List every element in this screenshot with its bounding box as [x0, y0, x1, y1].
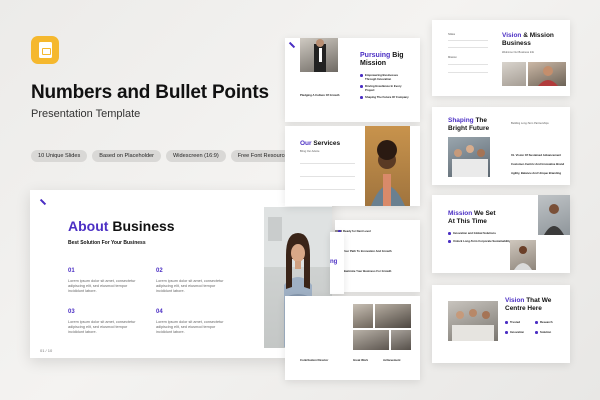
mission-title: Pursuing Big Mission — [360, 52, 404, 67]
vision-subtitle: Welcome Our Business Info — [502, 51, 535, 54]
brand-logo-icon — [289, 42, 295, 48]
tag-placeholder: Based on Placeholder — [92, 150, 162, 162]
point-03: 03 Lorem ipsum dolor sit amet, consectet… — [68, 309, 136, 334]
shaping-subtitle: Building Long-Term Partnerships — [511, 122, 549, 125]
slide-vision-mission: Slides Mission Vision & Mission Business … — [432, 20, 570, 96]
vision-photo-1 — [502, 62, 526, 86]
team-label-2: Great Work — [353, 358, 369, 362]
vision-centre-item-1: Trusted — [510, 320, 521, 324]
mission-time-photo-1 — [538, 195, 570, 235]
tag-widescreen: Widescreen (16:9) — [166, 150, 226, 162]
mission-item-1: Empowering Businesses Through Innovation — [365, 73, 399, 81]
google-slides-icon — [31, 36, 59, 64]
slide-mission-time: Mission We Set At This Time Innovation an… — [432, 195, 570, 273]
shaping-item-1: 01. Vision Of Sustained Advancement — [511, 153, 562, 157]
slide-our-services: Our Services Bring Our Advice — [285, 126, 420, 206]
shaping-item-3: Agility, Balance And Unique Branding — [511, 171, 562, 175]
tag-unique-slides: 10 Unique Slides — [31, 150, 88, 162]
shaping-team-photo — [448, 137, 490, 177]
mission-item-2: Driving Excellence In Every Project — [365, 84, 402, 92]
vision-title: Vision & Mission Business — [502, 32, 554, 47]
slide-shaping-future: Shaping The Bright Future Building Long-T… — [432, 107, 570, 185]
team-photo-4 — [391, 330, 411, 350]
main-slide-subtitle: Best Solution For Your Business — [68, 240, 146, 246]
shaping-title: Shaping The Bright Future — [448, 117, 490, 132]
vision-photo-2 — [528, 62, 566, 86]
shaping-item-2: Customer-Centric And Innovative Brand — [511, 162, 565, 166]
page-subtitle: Presentation Template — [31, 108, 141, 120]
mission-time-item-2: Unlock Long-Term Corporate Sustainabilit… — [453, 239, 511, 243]
team-label-3: Achievement — [383, 358, 401, 362]
slide-growth-list: Ready for Next Level Your Path To Innova… — [335, 220, 420, 292]
services-title: Our Services — [300, 140, 341, 147]
feature-tags: 10 Unique Slides Based on Placeholder Wi… — [31, 150, 298, 162]
slide-team: Contribution Director Great Work Achieve… — [285, 296, 420, 380]
point-01: 01 Lorem ipsum dolor sit amet, consectet… — [68, 268, 136, 293]
team-photo-2 — [375, 304, 411, 328]
brand-logo-icon — [40, 199, 46, 205]
point-04: 04 Lorem ipsum dolor sit amet, consectet… — [156, 309, 224, 334]
vision-centre-photo — [448, 301, 498, 341]
partial-title: ng — [330, 259, 338, 265]
vision-centre-item-2: Research — [540, 320, 553, 324]
vision-label-mission: Mission — [448, 56, 457, 59]
services-photo — [365, 126, 410, 206]
services-subtitle: Bring Our Advice — [300, 150, 320, 153]
mission-photo — [300, 38, 338, 72]
growth-item-3: Maximize Your Business For Growth — [343, 269, 392, 273]
slide-number: 01 / 10 — [40, 348, 53, 353]
growth-item-1: Ready for Next Level — [343, 229, 371, 233]
team-photo-3 — [353, 330, 389, 350]
mission-time-title: Mission We Set At This Time — [448, 210, 496, 225]
growth-item-2: Your Path To Innovation And Growth — [343, 249, 392, 253]
mission-time-photo-2 — [510, 240, 536, 270]
vision-centre-item-3: Innovation — [510, 330, 525, 334]
mission-time-item-1: Innovation and Global Solutions — [453, 231, 496, 235]
vision-centre-title: Vision That We Centre Here — [505, 297, 552, 312]
slide-vision-centre: Vision That We Centre Here Trusted Resear… — [432, 285, 570, 363]
page-title: Numbers and Bullet Points — [31, 82, 269, 103]
mission-left-label: Pledging A Culture Of Growth — [300, 93, 340, 97]
team-photo-1 — [353, 304, 373, 328]
main-slide-title: About Business — [68, 218, 175, 234]
team-label-1: Contribution Director — [300, 358, 329, 362]
mission-item-3: Shaping The Future Of Company — [365, 95, 409, 99]
slide-pursuing-mission: Pursuing Big Mission Pledging A Culture … — [285, 38, 420, 122]
vision-label-slides: Slides — [448, 33, 456, 36]
slide-partial-edge: ng — [330, 232, 344, 294]
vision-centre-item-4: Solution — [540, 330, 552, 334]
point-02: 02 Lorem ipsum dolor sit amet, consectet… — [156, 268, 224, 293]
